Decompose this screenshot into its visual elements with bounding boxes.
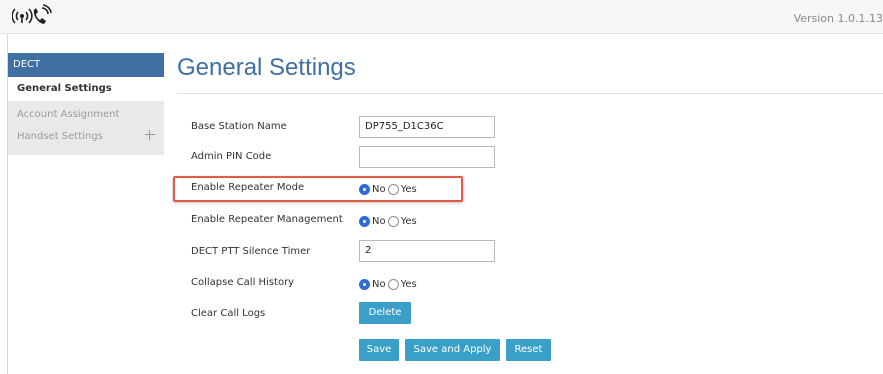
collapse-call-history-yes-radio[interactable] bbox=[387, 278, 399, 290]
dect-ptt-silence-timer-input[interactable]: 2 bbox=[359, 240, 495, 262]
save-and-apply-button[interactable]: Save and Apply bbox=[405, 339, 500, 361]
highlight-box bbox=[173, 176, 463, 202]
sidebar: DECT General Settings Account Assignment… bbox=[8, 53, 164, 155]
collapse-call-history-label: Collapse Call History bbox=[191, 277, 295, 288]
delete-button[interactable]: Delete bbox=[359, 302, 411, 324]
base-station-name-label: Base Station Name bbox=[191, 121, 287, 132]
sidebar-inactive-group: Account Assignment Handset Settings bbox=[8, 101, 164, 155]
repeater-management-no-radio[interactable] bbox=[359, 215, 370, 227]
collapse-call-history-no-label: No bbox=[372, 278, 386, 290]
collapse-call-history-yes-label: Yes bbox=[400, 278, 417, 290]
sidebar-item-account-assignment[interactable]: Account Assignment bbox=[8, 104, 164, 126]
title-divider bbox=[177, 93, 883, 94]
repeater-management-yes-label: Yes bbox=[400, 215, 417, 227]
page-title: General Settings bbox=[177, 54, 356, 81]
plus-icon[interactable] bbox=[144, 129, 156, 141]
clear-call-logs-label: Clear Call Logs bbox=[191, 308, 266, 319]
repeater-management-no-label: No bbox=[372, 215, 386, 227]
base-station-name-input[interactable]: DP755_D1C36C bbox=[359, 116, 495, 138]
enable-repeater-management-label: Enable Repeater Management bbox=[191, 214, 343, 225]
repeater-management-yes-radio[interactable] bbox=[387, 215, 399, 227]
wireless-phone-icon bbox=[12, 4, 52, 24]
admin-pin-code-input[interactable] bbox=[359, 146, 495, 168]
collapse-call-history-radio-group: No Yes bbox=[359, 276, 419, 292]
repeater-management-radio-group: No Yes bbox=[359, 213, 419, 229]
save-button[interactable]: Save bbox=[359, 339, 399, 361]
sidebar-item-handset-settings[interactable]: Handset Settings bbox=[8, 126, 164, 148]
dect-ptt-silence-timer-label: DECT PTT Silence Timer bbox=[191, 246, 311, 257]
admin-pin-code-label: Admin PIN Code bbox=[191, 151, 272, 162]
sidebar-section-dect[interactable]: DECT bbox=[8, 53, 164, 77]
top-bar: Version 1.0.1.13 bbox=[0, 0, 883, 34]
sidebar-item-general-settings[interactable]: General Settings bbox=[8, 77, 164, 101]
version-label: Version 1.0.1.13 bbox=[793, 12, 883, 25]
collapse-call-history-no-radio[interactable] bbox=[359, 278, 370, 290]
reset-button[interactable]: Reset bbox=[506, 339, 551, 361]
